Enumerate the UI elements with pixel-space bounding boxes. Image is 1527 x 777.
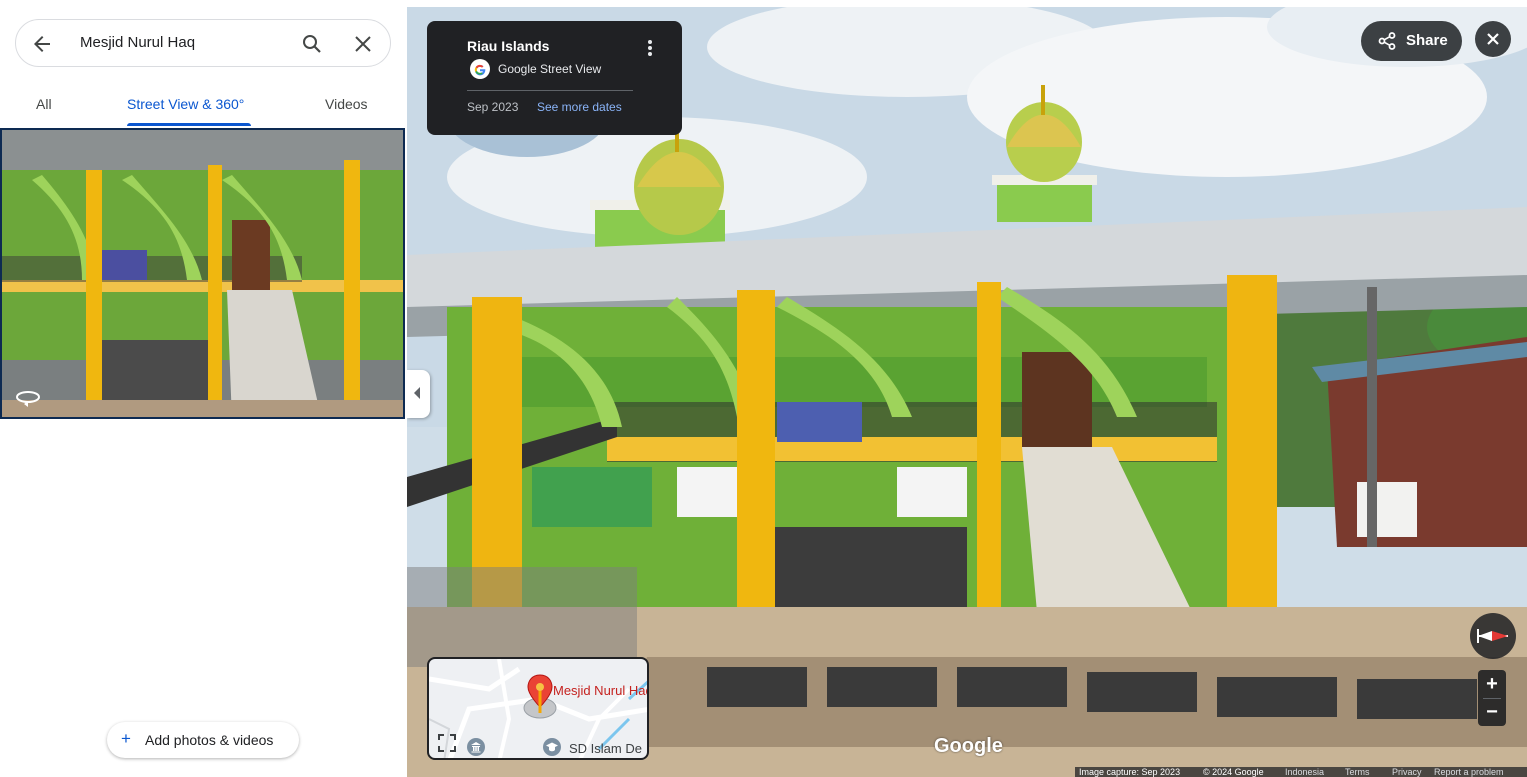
footer-link-terms[interactable]: Terms	[1345, 767, 1370, 777]
rotate-360-icon	[16, 391, 40, 407]
footer-link-privacy[interactable]: Privacy	[1392, 767, 1422, 777]
more-vert-icon[interactable]	[645, 39, 655, 57]
footer-link-report[interactable]: Report a problem	[1434, 767, 1504, 777]
zoom-in-button[interactable]: +	[1478, 670, 1506, 698]
mini-map[interactable]: Mesjid Nurul Haq SD Islam De	[427, 657, 649, 760]
search-box[interactable]: Mesjid Nurul Haq	[15, 19, 391, 67]
copyright: © 2024 Google	[1203, 767, 1264, 777]
footer-link-indonesia[interactable]: Indonesia	[1285, 767, 1324, 777]
image-capture-date: Image capture: Sep 2023	[1079, 767, 1181, 777]
location-title: Riau Islands	[467, 38, 550, 54]
add-icon: +	[121, 729, 131, 748]
map-place-label: Mesjid Nurul Haq	[553, 683, 649, 698]
share-button[interactable]: Share	[1361, 21, 1462, 61]
footer-bar: Image capture: Sep 2023 © 2024 Google In…	[1075, 767, 1527, 777]
compass-control[interactable]	[1470, 613, 1516, 659]
close-icon	[1487, 33, 1499, 45]
street-view-thumbnail[interactable]	[0, 128, 405, 419]
zoom-control: + −	[1478, 670, 1506, 726]
google-watermark: Google	[934, 735, 1003, 757]
share-icon	[1378, 32, 1396, 50]
thumbnail-image	[2, 130, 403, 417]
tab-videos[interactable]: Videos	[325, 96, 368, 112]
media-tabs: All Street View & 360° Videos	[0, 88, 407, 128]
school-icon	[543, 738, 561, 756]
add-photos-label: Add photos & videos	[145, 732, 274, 748]
add-photos-button[interactable]: + Add photos & videos	[107, 722, 299, 758]
museum-icon	[467, 738, 485, 756]
see-more-dates-link[interactable]: See more dates	[537, 100, 622, 114]
close-viewer-button[interactable]	[1475, 21, 1511, 57]
active-tab-indicator	[127, 123, 251, 126]
collapse-panel-button[interactable]	[407, 370, 430, 418]
imagery-source: Google Street View	[498, 62, 602, 76]
search-input[interactable]: Mesjid Nurul Haq	[80, 34, 195, 51]
divider	[467, 90, 633, 91]
location-info-card: Riau Islands Google Street View Sep 2023…	[427, 21, 682, 135]
street-view-viewer[interactable]: Riau Islands Google Street View Sep 2023…	[407, 7, 1527, 777]
side-panel: Mesjid Nurul Haq All Street View & 360° …	[0, 0, 407, 777]
compass-icon	[1477, 629, 1508, 643]
arrow-back-icon[interactable]	[30, 32, 54, 56]
close-icon[interactable]	[351, 32, 375, 56]
capture-date: Sep 2023	[467, 100, 519, 114]
share-label: Share	[1406, 32, 1448, 49]
tab-all[interactable]: All	[36, 96, 52, 112]
chevron-left-icon	[414, 387, 420, 399]
fullscreen-icon[interactable]	[437, 733, 457, 753]
map-school-label: SD Islam De	[569, 741, 642, 756]
map-pin-icon	[527, 674, 553, 713]
zoom-out-button[interactable]: −	[1478, 698, 1506, 726]
tab-street-view[interactable]: Street View & 360°	[127, 96, 244, 112]
google-g-icon	[470, 59, 490, 79]
search-icon[interactable]	[300, 32, 324, 56]
